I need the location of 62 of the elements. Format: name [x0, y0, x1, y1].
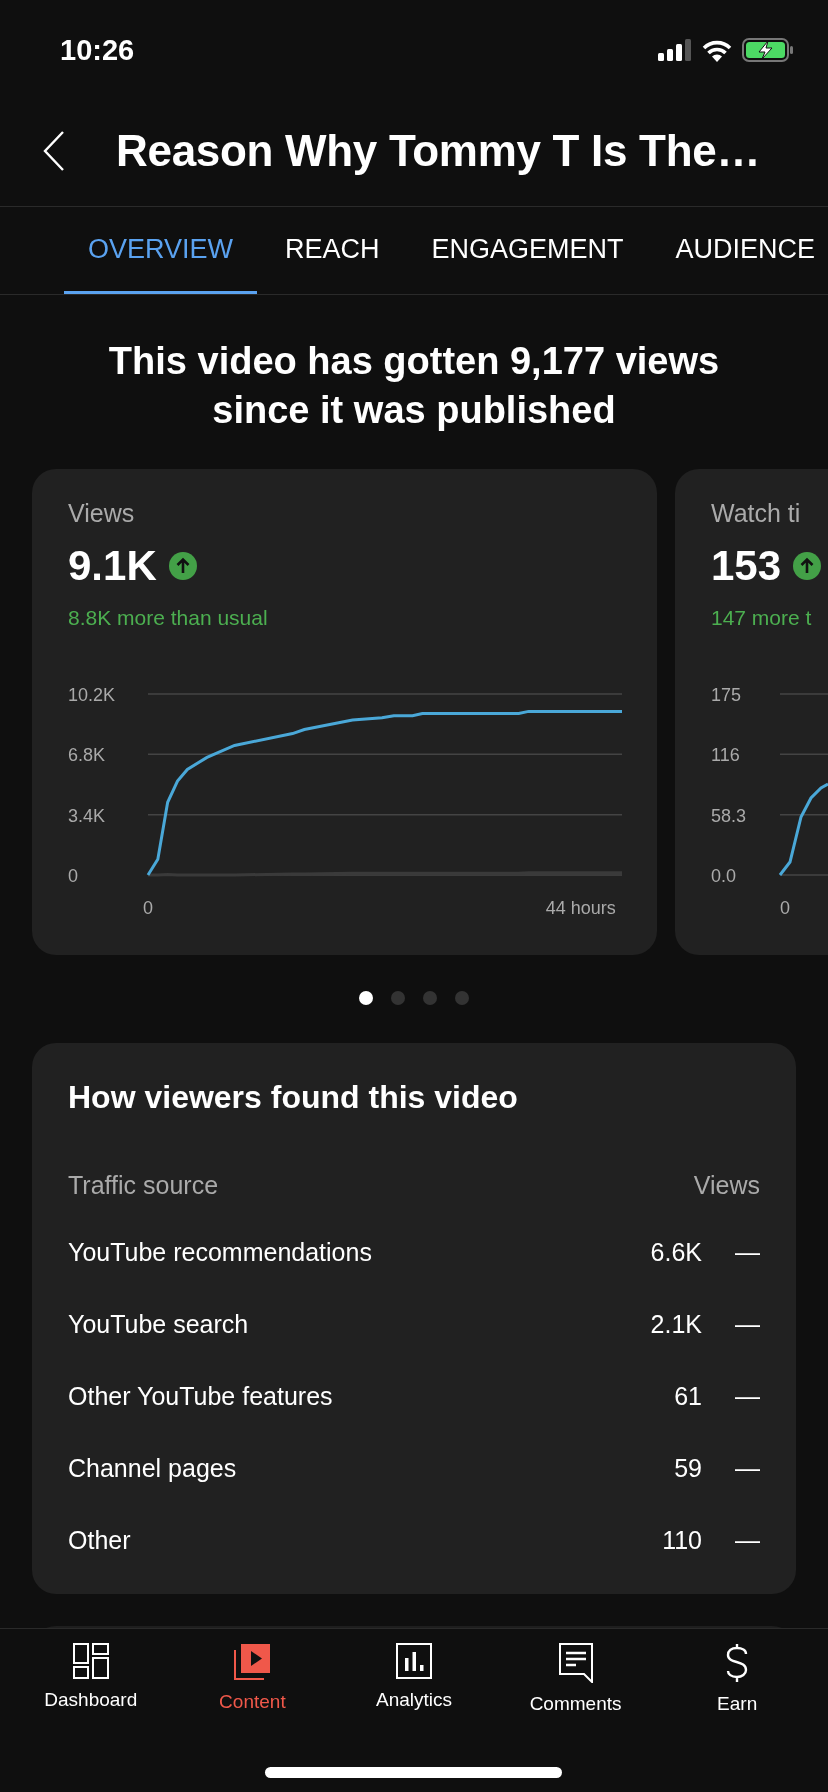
metric-value: 9.1K: [68, 542, 157, 590]
traffic-source: YouTube search: [68, 1309, 250, 1339]
page-dot[interactable]: [423, 991, 437, 1005]
video-title: Reason Why Tommy T Is The…: [116, 126, 761, 176]
tab[interactable]: ENGAGEMENT: [407, 207, 648, 294]
page-dot[interactable]: [455, 991, 469, 1005]
views-count: 61: [674, 1381, 702, 1411]
views-count: 2.1K: [650, 1309, 702, 1339]
metric-card[interactable]: Views 9.1K 8.8K more than usual 10.2K 6.8K 3.4K 0 0 44 hours: [32, 469, 657, 955]
metric-label: Watch ti: [711, 499, 801, 528]
axis-tick-label: 0: [780, 898, 790, 918]
axis-tick-label: 0: [68, 866, 78, 886]
comparison-text: 8.8K more than usual: [68, 606, 268, 630]
comment-icon: [558, 1643, 593, 1683]
nav-item[interactable]: Dashboard: [15, 1643, 166, 1715]
axis-tick-label: 116: [711, 745, 740, 766]
traffic-source: Other: [68, 1525, 132, 1555]
comparison-text: 147 more t: [711, 606, 812, 630]
back-button[interactable]: [42, 130, 66, 172]
axis-tick-label: 6.8K: [68, 745, 106, 766]
grid-icon: [72, 1643, 109, 1679]
metric-value: 153: [711, 542, 782, 590]
wifi-icon: [701, 38, 733, 62]
change-value: —: [734, 1453, 760, 1483]
page-dot[interactable]: [391, 991, 405, 1005]
status-time: 10:26: [60, 33, 135, 67]
change-value: —: [734, 1381, 760, 1411]
dollar-icon: [725, 1643, 750, 1683]
card-title: How viewers found this video: [68, 1078, 519, 1117]
bar-chart-icon: [396, 1643, 432, 1679]
metric-card[interactable]: Watch ti 153 147 more t 175 116 58.3 0.0 0: [675, 469, 828, 955]
page-dot[interactable]: [359, 991, 373, 1005]
axis-tick-label: 58.3: [711, 805, 747, 826]
views-count: 110: [662, 1525, 702, 1555]
change-value: —: [734, 1309, 760, 1339]
axis-tick-label: 0: [143, 898, 153, 918]
views-count: 59: [674, 1453, 702, 1483]
axis-tick-label: 3.4K: [68, 805, 106, 826]
traffic-source: YouTube recommendations: [68, 1237, 373, 1267]
change-value: —: [734, 1525, 760, 1555]
signal-icon: [658, 39, 692, 61]
video-stack-icon: [233, 1643, 272, 1681]
tab[interactable]: OVERVIEW: [64, 207, 258, 294]
column-header: Traffic source: [68, 1170, 219, 1200]
axis-tick-label: 0.0: [711, 866, 737, 886]
tab[interactable]: REACH: [261, 207, 404, 294]
traffic-source: Other YouTube features: [68, 1381, 334, 1411]
column-header: Views: [693, 1170, 760, 1200]
metric-label: Views: [68, 499, 135, 528]
change-value: —: [734, 1237, 760, 1267]
nav-item[interactable]: Analytics: [339, 1643, 489, 1715]
views-count: 6.6K: [650, 1237, 702, 1267]
axis-tick-label: 10.2K: [68, 685, 116, 705]
nav-item[interactable]: Comments: [500, 1643, 651, 1715]
tab[interactable]: AUDIENCE: [651, 207, 828, 294]
nav-item[interactable]: Content: [177, 1643, 328, 1715]
nav-item[interactable]: Earn: [662, 1643, 813, 1715]
traffic-source: Channel pages: [68, 1453, 238, 1483]
headline: This video has gotten 9,177 views since it was published: [107, 339, 721, 433]
axis-tick-label: 175: [711, 685, 742, 705]
battery-icon: [742, 38, 794, 62]
axis-tick-label: 44 hours: [545, 898, 616, 918]
